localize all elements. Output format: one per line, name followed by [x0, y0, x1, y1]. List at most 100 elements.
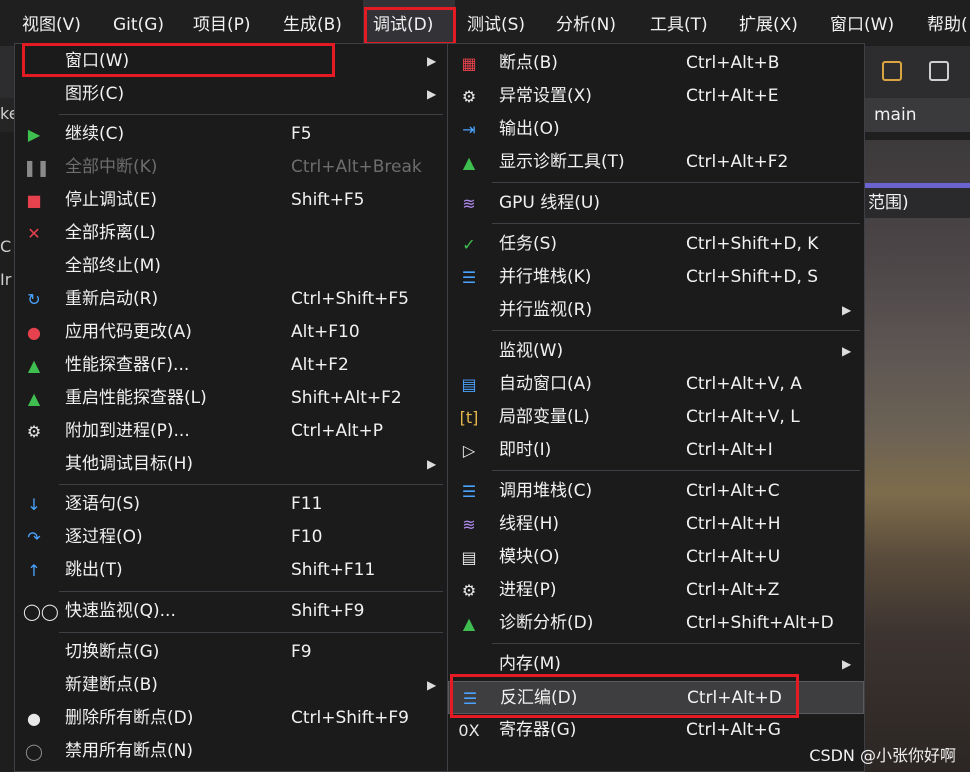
menu-item-label: 继续(C)	[65, 124, 125, 144]
window-item-memory[interactable]: 内存(M) ▶	[448, 648, 864, 681]
modules-icon: ▤	[461, 548, 477, 567]
debug-menu-item-attach-to-process[interactable]: ⚙ 附加到进程(P)... Ctrl+Alt+P	[15, 415, 447, 448]
menu-item-shortcut: Ctrl+Alt+C	[686, 481, 780, 501]
debug-menu-item-apply-code-changes[interactable]: ● 应用代码更改(A) Alt+F10	[15, 316, 447, 349]
debug-menu-item-restart[interactable]: ↻ 重新启动(R) Ctrl+Shift+F5	[15, 283, 447, 316]
menu-item-label: 禁用所有断点(N)	[65, 741, 193, 761]
debug-menu-item-terminate-all[interactable]: 全部终止(M)	[15, 250, 447, 283]
profiler-icon: ▲	[27, 356, 41, 375]
debug-menu-item-window[interactable]: 窗口(W) ▶	[15, 45, 447, 78]
window-item-parallel-watch[interactable]: 并行监视(R) ▶	[448, 294, 864, 327]
window-item-immediate[interactable]: ▷ 即时(I) Ctrl+Alt+I	[448, 434, 864, 467]
menu-item-label: 重新启动(R)	[65, 289, 159, 309]
menu-project[interactable]: 项目(P)	[193, 0, 251, 46]
debug-menu-item-other-targets[interactable]: 其他调试目标(H) ▶	[15, 448, 447, 481]
debug-menu-item-step-into[interactable]: ↓ 逐语句(S) F11	[15, 488, 447, 521]
menu-item-shortcut: Ctrl+Alt+U	[686, 547, 781, 567]
debug-menu-item-disable-all-breakpoints[interactable]: ◯ 禁用所有断点(N)	[15, 735, 447, 768]
debug-menu-item-step-over[interactable]: ↷ 逐过程(O) F10	[15, 521, 447, 554]
menu-separator	[492, 223, 860, 224]
immediate-icon: ▷	[462, 441, 476, 460]
window-item-watch[interactable]: 监视(W) ▶	[448, 335, 864, 368]
debug-menu-item-stop-debugging[interactable]: ■ 停止调试(E) Shift+F5	[15, 184, 447, 217]
window-item-parallel-stacks[interactable]: ☰ 并行堆栈(K) Ctrl+Shift+D, S	[448, 261, 864, 294]
window-item-call-stack[interactable]: ☰ 调用堆栈(C) Ctrl+Alt+C	[448, 475, 864, 508]
menu-item-label: 监视(W)	[499, 341, 564, 361]
menu-item-label: 反汇编(D)	[500, 688, 578, 708]
diagnostics-icon: ▲	[462, 153, 476, 172]
debug-menu-item-quick-watch[interactable]: ◯◯ 快速监视(Q)... Shift+F9	[15, 595, 447, 628]
menu-item-shortcut: F10	[291, 527, 323, 547]
menu-item-shortcut: Ctrl+Shift+Alt+D	[686, 613, 834, 633]
menu-tools[interactable]: 工具(T)	[650, 0, 708, 46]
tab-main[interactable]: main	[862, 98, 970, 132]
menu-item-label: 局部变量(L)	[499, 407, 590, 427]
menu-view[interactable]: 视图(V)	[22, 0, 81, 46]
debug-menu-item-relaunch-profiler[interactable]: ▲ 重启性能探查器(L) Shift+Alt+F2	[15, 382, 447, 415]
debug-menu-item-graphics[interactable]: 图形(C) ▶	[15, 78, 447, 111]
debug-menu-item-continue[interactable]: ▶ 继续(C) F5	[15, 118, 447, 151]
window-item-diagnostic-tools[interactable]: ▲ 显示诊断工具(T) Ctrl+Alt+F2	[448, 146, 864, 179]
debug-menu-item-performance-profiler[interactable]: ▲ 性能探查器(F)... Alt+F2	[15, 349, 447, 382]
breakpoints-window-icon: ▦	[461, 54, 477, 73]
window-item-output[interactable]: ⇥ 输出(O)	[448, 113, 864, 146]
menu-item-shortcut: Alt+F2	[291, 355, 349, 375]
menu-item-shortcut: F11	[291, 494, 323, 514]
menu-item-shortcut: Ctrl+Shift+D, K	[686, 234, 819, 254]
window-item-registers[interactable]: 0X 寄存器(G) Ctrl+Alt+G	[448, 714, 864, 747]
menu-item-shortcut: Ctrl+Alt+E	[686, 86, 779, 106]
step-out-icon: ↑	[27, 561, 41, 580]
menu-test[interactable]: 测试(S)	[467, 0, 525, 46]
window-item-exception-settings[interactable]: ⚙ 异常设置(X) Ctrl+Alt+E	[448, 80, 864, 113]
window-item-locals[interactable]: [t] 局部变量(L) Ctrl+Alt+V, L	[448, 401, 864, 434]
menu-separator	[59, 484, 443, 485]
debug-menu-item-new-breakpoint[interactable]: 新建断点(B) ▶	[15, 669, 447, 702]
menu-item-shortcut: Ctrl+Alt+H	[686, 514, 781, 534]
menu-item-label: 快速监视(Q)...	[65, 601, 176, 621]
menu-item-label: 删除所有断点(D)	[65, 708, 194, 728]
window-item-breakpoints[interactable]: ▦ 断点(B) Ctrl+Alt+B	[448, 47, 864, 80]
menu-item-label: 图形(C)	[65, 84, 125, 104]
menu-item-label: 逐过程(O)	[65, 527, 143, 547]
menu-item-label: 切换断点(G)	[65, 642, 160, 662]
debug-menu-item-delete-all-breakpoints[interactable]: ● 删除所有断点(D) Ctrl+Shift+F9	[15, 702, 447, 735]
debug-menu-item-break-all[interactable]: ❚❚ 全部中断(K) Ctrl+Alt+Break	[15, 151, 447, 184]
menu-item-label: 内存(M)	[499, 654, 561, 674]
window-item-autos[interactable]: ▤ 自动窗口(A) Ctrl+Alt+V, A	[448, 368, 864, 401]
registers-icon: 0X	[458, 721, 480, 740]
menu-window[interactable]: 窗口(W)	[830, 0, 894, 46]
window-item-gpu-threads[interactable]: ≋ GPU 线程(U)	[448, 187, 864, 220]
menu-separator	[59, 632, 443, 633]
menu-separator	[59, 591, 443, 592]
menu-item-shortcut: Ctrl+Alt+I	[686, 440, 773, 460]
window-item-modules[interactable]: ▤ 模块(O) Ctrl+Alt+U	[448, 541, 864, 574]
menu-debug[interactable]: 调试(D)	[363, 0, 455, 46]
menu-help[interactable]: 帮助(	[927, 0, 968, 46]
disable-breakpoints-icon: ◯	[25, 742, 43, 761]
menu-analyze[interactable]: 分析(N)	[556, 0, 616, 46]
window-item-processes[interactable]: ⚙ 进程(P) Ctrl+Alt+Z	[448, 574, 864, 607]
debug-menu-item-detach-all[interactable]: ✕ 全部拆离(L)	[15, 217, 447, 250]
menu-item-shortcut: Ctrl+Alt+P	[291, 421, 384, 441]
window-layout-icon[interactable]	[929, 61, 949, 81]
menu-item-shortcut: Ctrl+Alt+Z	[686, 580, 780, 600]
autos-icon: ▤	[461, 375, 477, 394]
menu-item-label: 停止调试(E)	[65, 190, 158, 210]
submenu-arrow-icon: ▶	[427, 457, 437, 471]
debug-menu-item-step-out[interactable]: ↑ 跳出(T) Shift+F11	[15, 554, 447, 587]
debug-menu-item-toggle-breakpoint[interactable]: 切换断点(G) F9	[15, 636, 447, 669]
menu-git[interactable]: Git(G)	[113, 0, 164, 46]
window-item-disassembly[interactable]: ☰ 反汇编(D) Ctrl+Alt+D	[448, 681, 864, 714]
menu-item-shortcut: Ctrl+Alt+G	[686, 720, 781, 740]
menu-item-label: 附加到进程(P)...	[65, 421, 190, 441]
window-item-diagnostic-analysis[interactable]: ▲ 诊断分析(D) Ctrl+Shift+Alt+D	[448, 607, 864, 640]
folder-search-icon[interactable]	[882, 61, 902, 81]
menu-item-label: 寄存器(G)	[499, 720, 577, 740]
menu-extensions[interactable]: 扩展(X)	[739, 0, 798, 46]
diagnostic-analysis-icon: ▲	[462, 614, 476, 633]
menu-item-label: 窗口(W)	[65, 51, 130, 71]
window-item-tasks[interactable]: ✓ 任务(S) Ctrl+Shift+D, K	[448, 228, 864, 261]
menu-build[interactable]: 生成(B)	[283, 0, 342, 46]
menu-item-label: 重启性能探查器(L)	[65, 388, 207, 408]
window-item-threads[interactable]: ≋ 线程(H) Ctrl+Alt+H	[448, 508, 864, 541]
